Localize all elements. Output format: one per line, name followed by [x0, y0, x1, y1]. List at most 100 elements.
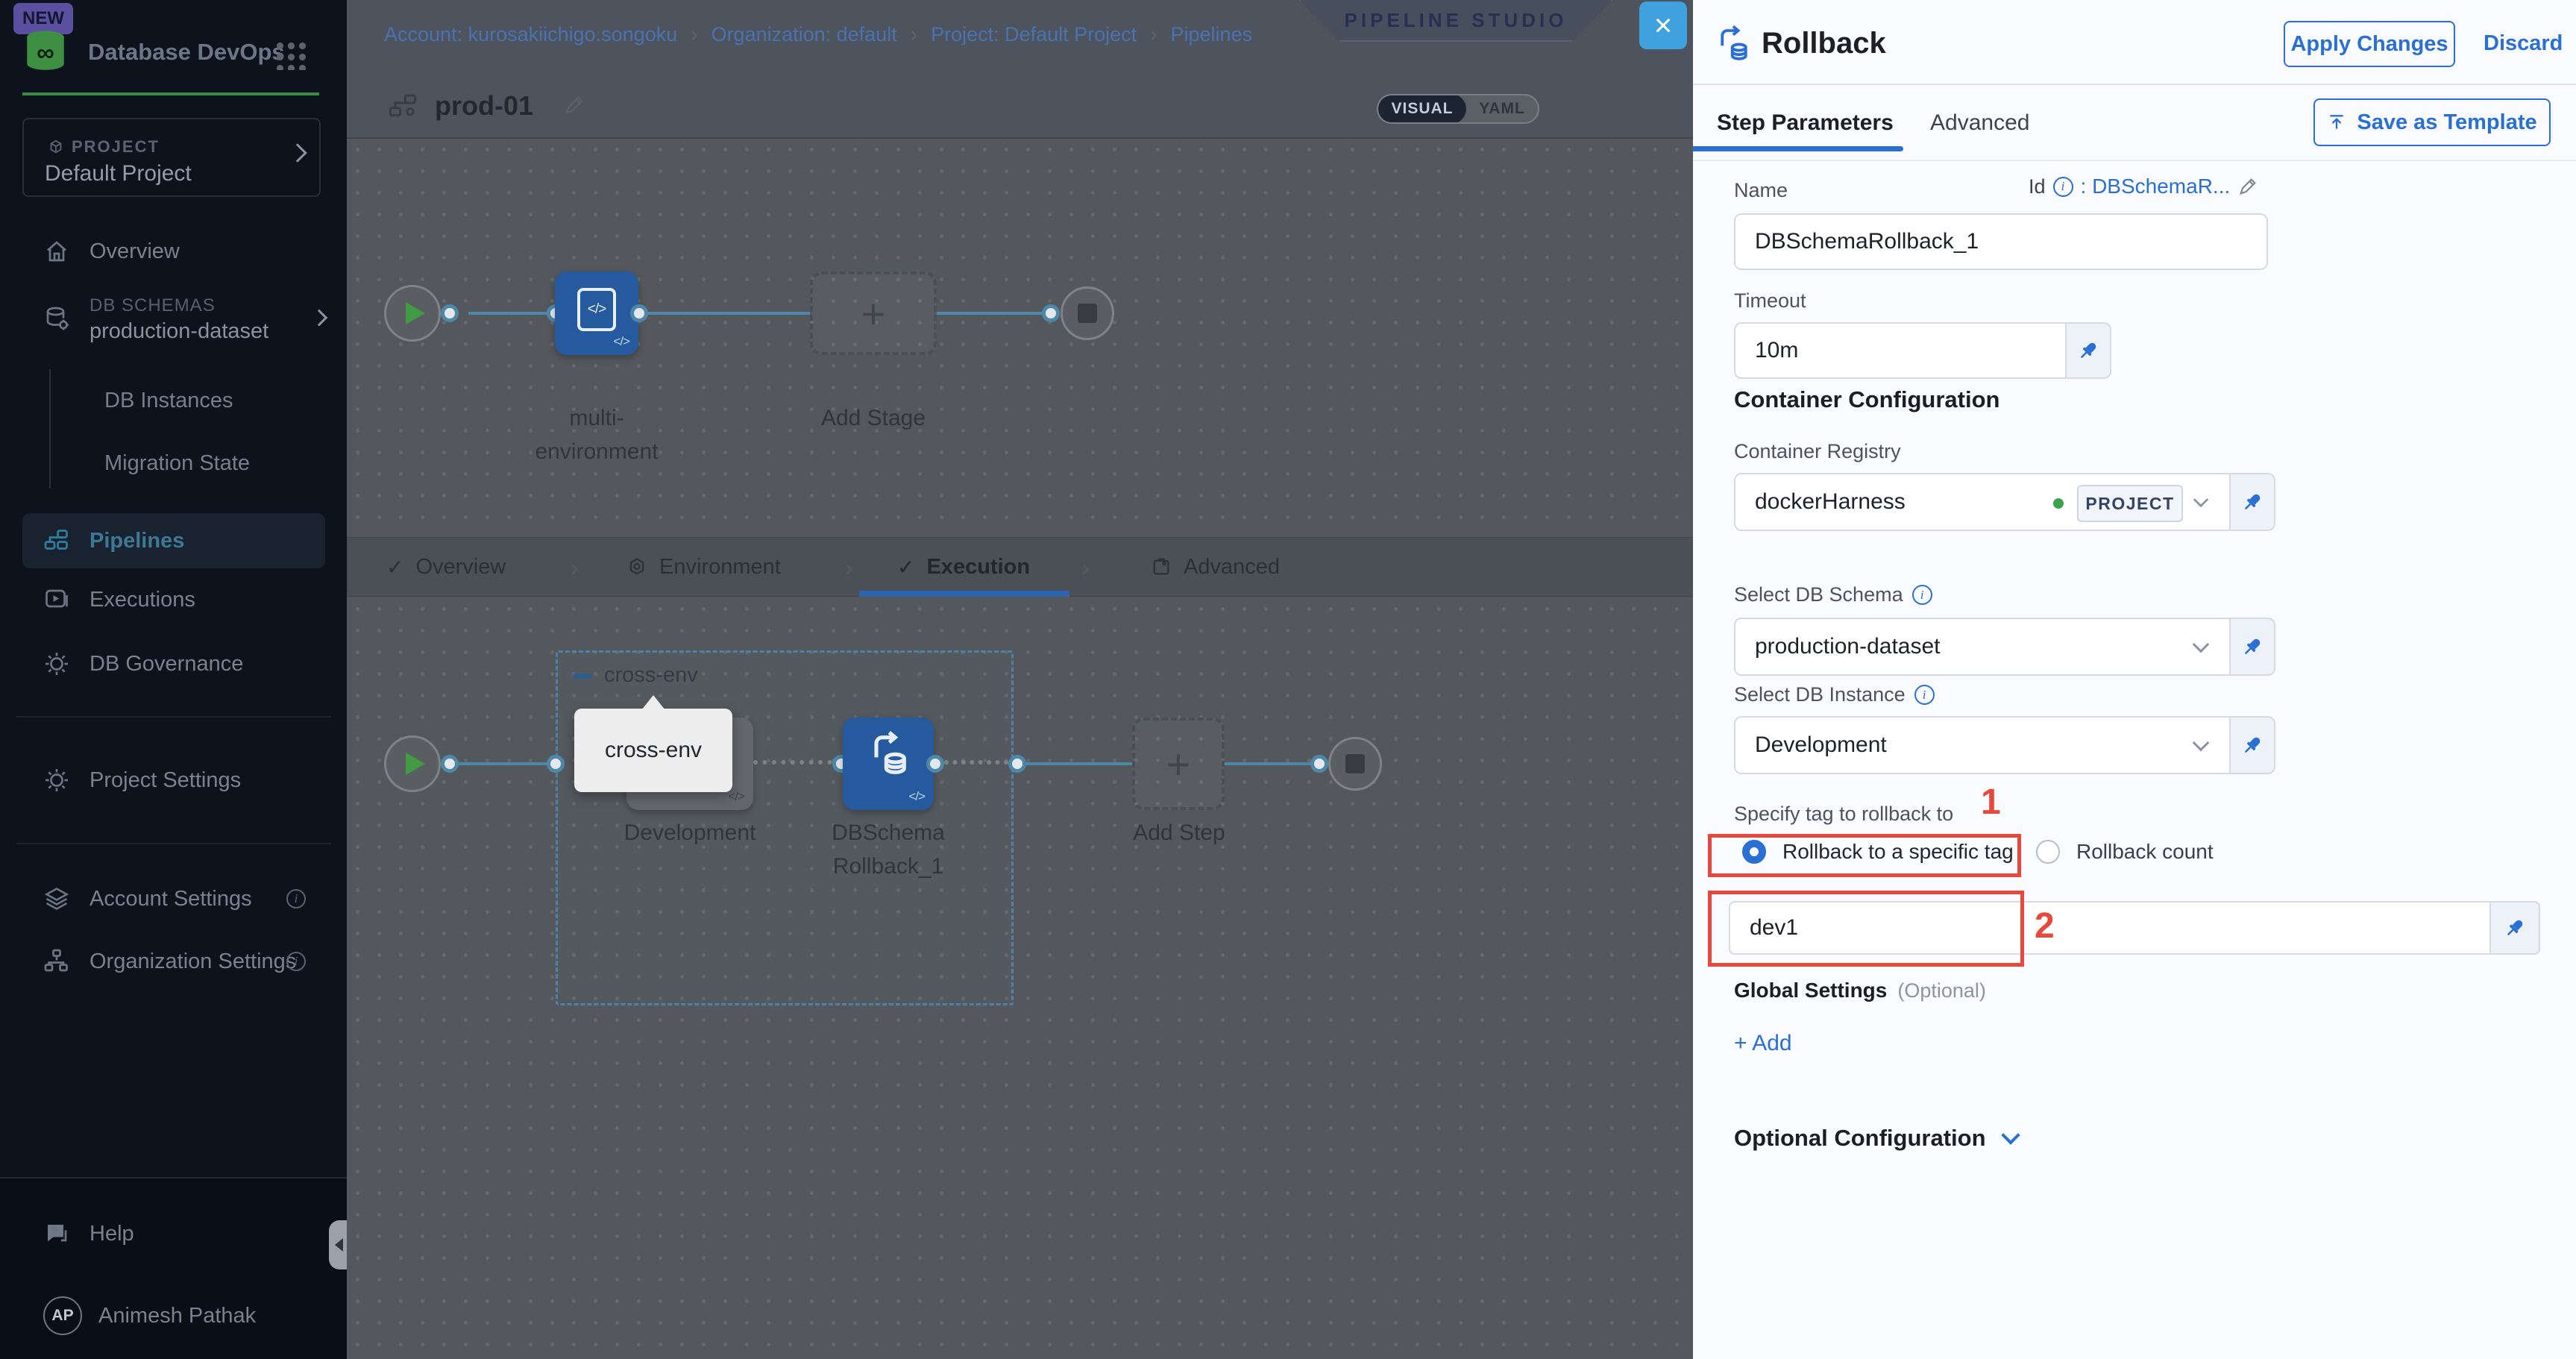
breadcrumb-account[interactable]: Account: kurosakiichigo.songoku: [384, 23, 677, 46]
db-schemas-value: production-dataset: [89, 319, 268, 344]
global-settings-row: Global Settings (Optional): [1734, 979, 1986, 1002]
tab-separator: ›: [1081, 554, 1090, 582]
save-as-template-button[interactable]: Save as Template: [2313, 98, 2551, 146]
sidebar-item-db-schemas[interactable]: DB SCHEMAS production-dataset: [22, 289, 325, 349]
annotation-number-2: 2: [2035, 906, 2055, 947]
connector-ring: [1008, 755, 1026, 773]
registry-pin-toggle[interactable]: [2231, 473, 2275, 531]
tab-separator: ›: [571, 554, 579, 582]
sidebar-collapse-handle[interactable]: [329, 1220, 348, 1269]
divider: [1693, 160, 2576, 161]
active-tab-underline: [1693, 146, 1903, 151]
step-label-development: Development: [615, 816, 764, 850]
project-label: PROJECT: [72, 137, 160, 157]
radio-rollback-count[interactable]: Rollback count: [2036, 840, 2214, 864]
tag-pin-toggle[interactable]: [2491, 901, 2540, 955]
close-drawer-button[interactable]: ×: [1639, 1, 1687, 49]
brand-underline: [22, 92, 319, 95]
tab-overview[interactable]: ✓ Overview: [386, 538, 506, 596]
sidebar-item-help[interactable]: ? Help: [22, 1210, 325, 1258]
edit-pencil-icon[interactable]: [563, 94, 585, 116]
chevron-down-icon: [2193, 636, 2210, 653]
sidebar-footer: ? Help AP Animesh Pathak: [0, 1177, 347, 1359]
instance-pin-toggle[interactable]: [2231, 716, 2275, 774]
step-node-dbschemarollback[interactable]: </>: [843, 718, 934, 810]
user-menu[interactable]: AP Animesh Pathak: [22, 1292, 325, 1340]
sidebar-item-project-settings[interactable]: Project Settings: [22, 756, 325, 804]
timeout-pin-toggle[interactable]: [2067, 322, 2111, 379]
scope-badge: PROJECT: [2077, 485, 2183, 522]
execution-canvas[interactable]: cross-env </> </> +: [347, 598, 1693, 1359]
svg-text:?: ?: [52, 1225, 58, 1237]
tab-advanced[interactable]: Advanced: [1930, 110, 2029, 136]
pipeline-studio-badge: PIPELINE STUDIO: [1299, 0, 1612, 42]
sidebar-item-migration-state[interactable]: Migration State: [22, 439, 325, 487]
info-icon: i: [286, 889, 306, 908]
breadcrumb-org[interactable]: Organization: default: [711, 23, 897, 46]
chevron-down-icon: [2001, 1126, 2020, 1144]
database-gear-icon: [43, 306, 70, 333]
tab-advanced[interactable]: Advanced: [1151, 538, 1280, 596]
schema-pin-toggle[interactable]: [2231, 618, 2275, 676]
tooltip-arrow: [641, 695, 665, 710]
db-instance-select[interactable]: Development: [1734, 716, 2231, 774]
timeout-input[interactable]: [1755, 338, 2065, 363]
execution-start-node: [384, 735, 441, 792]
project-selector[interactable]: PROJECT Default Project: [22, 118, 321, 197]
stop-icon: [1345, 754, 1365, 773]
visual-yaml-toggle[interactable]: VISUAL YAML: [1377, 94, 1539, 124]
timeout-label: Timeout: [1734, 289, 1806, 313]
stage-node-multi-environment[interactable]: </> </>: [555, 272, 638, 355]
sidebar-item-account-settings[interactable]: Account Settings: [22, 875, 325, 923]
sidebar-item-db-instances[interactable]: DB Instances: [22, 377, 325, 424]
app-switcher-grid-icon[interactable]: [274, 40, 306, 70]
toggle-yaml[interactable]: YAML: [1466, 100, 1538, 118]
sidebar-item-executions[interactable]: Executions: [22, 576, 325, 624]
pipeline-start-node: [384, 285, 441, 342]
app-title: Database DevOps: [88, 39, 285, 66]
tab-step-parameters[interactable]: Step Parameters: [1717, 110, 1894, 136]
toggle-visual[interactable]: VISUAL: [1378, 94, 1466, 124]
breadcrumb-page[interactable]: Pipelines: [1171, 23, 1253, 46]
edit-pencil-icon[interactable]: [2237, 176, 2258, 197]
container-registry-label: Container Registry: [1734, 440, 1901, 463]
sidebar-item-organization-settings[interactable]: Organization Settings: [22, 938, 325, 985]
avatar: AP: [43, 1296, 82, 1335]
connector-ring: [1310, 755, 1328, 773]
breadcrumb-separator: ›: [1150, 22, 1157, 46]
info-icon: i: [1912, 585, 1932, 605]
sidebar-item-overview[interactable]: Overview: [22, 227, 325, 275]
add-stage-button[interactable]: +: [810, 272, 937, 355]
container-registry-select[interactable]: dockerHarness PROJECT: [1734, 473, 2231, 531]
code-icon: </>: [908, 789, 925, 804]
sidebar-item-db-governance[interactable]: DB Governance: [22, 640, 325, 688]
panel-title: Rollback: [1762, 27, 1886, 60]
breadcrumb[interactable]: Account: kurosakiichigo.songoku › Organi…: [384, 21, 1252, 48]
discard-button[interactable]: Discard: [2484, 31, 2563, 56]
sidebar-item-pipelines[interactable]: Pipelines: [22, 513, 325, 568]
pipeline-studio: Account: kurosakiichigo.songoku › Organi…: [347, 0, 1693, 1359]
name-input[interactable]: [1755, 229, 2266, 254]
radio-unselected-icon[interactable]: [2036, 840, 2060, 864]
apply-changes-button[interactable]: Apply Changes: [2284, 21, 2455, 67]
optional-configuration-toggle[interactable]: Optional Configuration: [1734, 1125, 2017, 1152]
add-global-setting-link[interactable]: + Add: [1734, 1031, 1792, 1056]
stop-icon: [1078, 304, 1097, 323]
plus-icon: +: [1166, 740, 1191, 788]
db-schema-select[interactable]: production-dataset: [1734, 618, 2231, 676]
stage-tabs-bar: ✓ Overview › Environment › ✓ Execution ›…: [347, 537, 1693, 597]
connector-ring: [630, 304, 648, 322]
breadcrumb-project[interactable]: Project: Default Project: [931, 23, 1137, 46]
pipeline-end-node: [1061, 286, 1114, 340]
tab-execution[interactable]: ✓ Execution: [897, 538, 1030, 596]
stage-canvas[interactable]: </> </> + multi-environment Add Stage: [347, 139, 1693, 537]
collapse-minus-icon[interactable]: [573, 674, 592, 679]
pipelines-icon: [43, 527, 70, 554]
app-root: NEW ∞ Database DevOps PROJECT Default Pr…: [0, 0, 2576, 1359]
tab-environment[interactable]: Environment: [626, 538, 781, 596]
org-chart-icon: [43, 948, 70, 975]
annotation-box-1: [1708, 834, 2021, 877]
add-step-button[interactable]: +: [1132, 718, 1225, 810]
schema-label-row: Select DB Schema i: [1734, 583, 1932, 606]
project-name: Default Project: [45, 161, 192, 186]
